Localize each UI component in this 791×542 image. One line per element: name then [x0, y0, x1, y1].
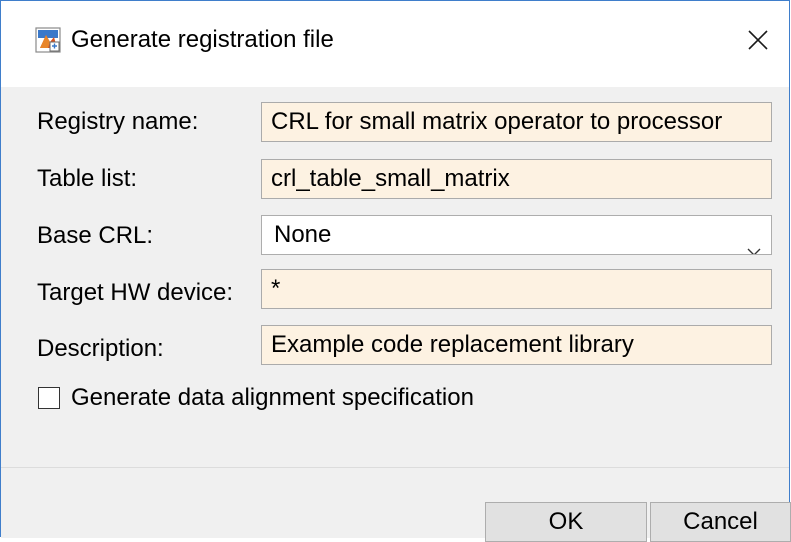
base-crl-select[interactable]: None [261, 215, 772, 255]
ok-button[interactable]: OK [485, 502, 647, 542]
registry-name-label: Registry name: [37, 108, 199, 135]
base-crl-label: Base CRL: [37, 222, 154, 249]
close-button[interactable] [727, 1, 789, 79]
target-hw-field[interactable]: * [261, 269, 772, 309]
matlab-icon [35, 27, 61, 53]
data-alignment-checkbox[interactable] [38, 387, 60, 409]
chevron-down-icon [747, 231, 761, 254]
form-area: Registry name: CRL for small matrix oper… [1, 87, 789, 467]
base-crl-value: None [274, 221, 332, 248]
cancel-button[interactable]: Cancel [650, 502, 791, 542]
description-label: Description: [37, 335, 164, 362]
close-icon [747, 29, 769, 51]
window-title: Generate registration file [71, 26, 334, 53]
data-alignment-label: Generate data alignment specification [71, 384, 474, 411]
dialog-window: Generate registration file Registry name… [0, 0, 791, 542]
description-field[interactable]: Example code replacement library [261, 325, 772, 365]
table-list-label: Table list: [37, 165, 138, 192]
data-alignment-option[interactable]: Generate data alignment specification [38, 383, 474, 413]
title-bar: Generate registration file [1, 1, 789, 87]
button-bar: OK Cancel [1, 468, 791, 542]
table-list-field[interactable]: crl_table_small_matrix [261, 159, 772, 199]
target-hw-label: Target HW device: [37, 279, 234, 306]
registry-name-field[interactable]: CRL for small matrix operator to process… [261, 102, 772, 142]
